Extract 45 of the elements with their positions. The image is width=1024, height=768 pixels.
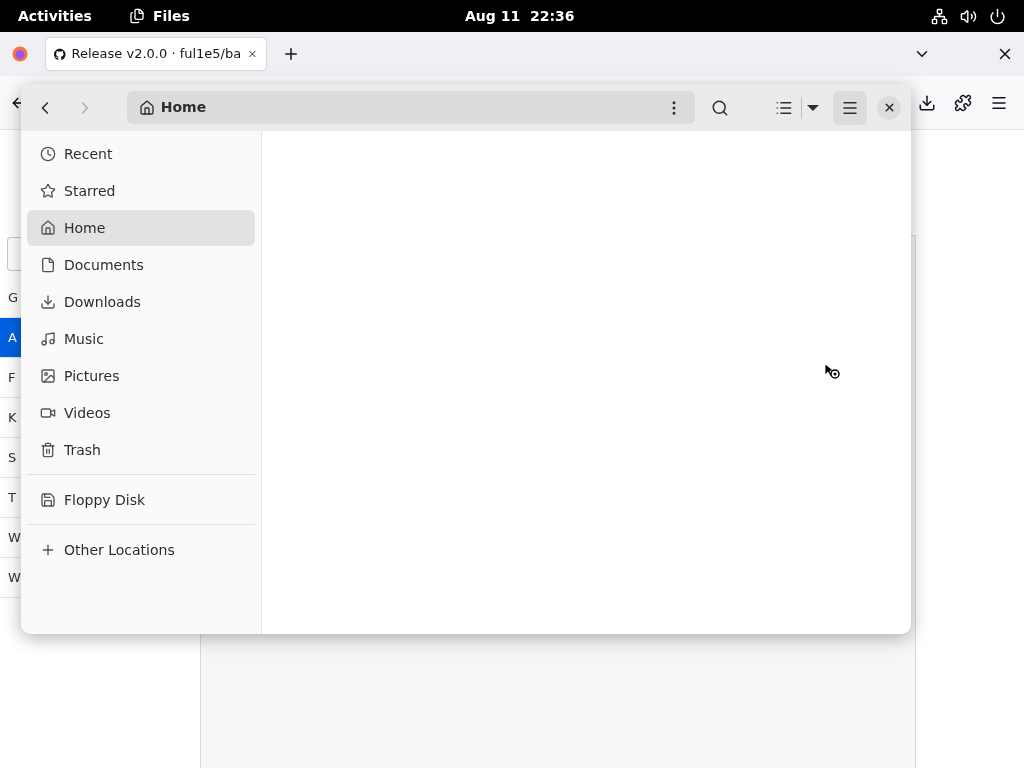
- tab-title: Release v2.0.0 · ful1e5/ba: [71, 45, 242, 64]
- sidebar-item[interactable]: Starred: [27, 173, 255, 209]
- sidebar-item[interactable]: Documents: [27, 247, 255, 283]
- path-label[interactable]: Home: [160, 97, 207, 118]
- browser-logo-icon[interactable]: [12, 46, 28, 62]
- image-icon: [40, 368, 56, 384]
- sidebar-item[interactable]: Other Locations: [27, 532, 255, 568]
- github-icon: [54, 46, 66, 62]
- volume-icon[interactable]: [960, 7, 977, 25]
- activities-button[interactable]: Activities: [18, 5, 92, 27]
- music-icon: [40, 331, 56, 347]
- home-icon: [40, 220, 56, 236]
- download-icon[interactable]: [918, 93, 936, 112]
- plus-icon: [40, 542, 56, 558]
- path-bar[interactable]: Home: [126, 91, 695, 124]
- sidebar-item[interactable]: Floppy Disk: [27, 482, 255, 518]
- sidebar-item[interactable]: Trash: [27, 432, 255, 468]
- power-icon[interactable]: [989, 7, 1006, 25]
- network-icon[interactable]: [931, 7, 948, 25]
- busy-cursor-icon: [824, 363, 841, 380]
- settings-nav-item[interactable]: A: [0, 318, 21, 358]
- menu-button[interactable]: [833, 90, 868, 125]
- close-icon: [882, 101, 896, 114]
- clock[interactable]: Aug 11 22:36: [465, 5, 575, 27]
- close-button[interactable]: [877, 95, 901, 120]
- clock-icon: [40, 146, 56, 162]
- sidebar-item[interactable]: Pictures: [27, 358, 255, 394]
- download-icon: [40, 294, 56, 310]
- sidebar-item[interactable]: Videos: [27, 395, 255, 431]
- sidebar-item[interactable]: Downloads: [27, 284, 255, 320]
- sidebar-item[interactable]: Home: [27, 210, 255, 246]
- star-icon: [40, 183, 56, 199]
- new-tab-icon[interactable]: [282, 45, 300, 63]
- home-icon: [138, 99, 155, 116]
- browser-tab[interactable]: Release v2.0.0 · ful1e5/ba: [46, 38, 266, 70]
- search-icon[interactable]: [710, 98, 729, 117]
- video-icon: [40, 405, 56, 421]
- files-icon: [128, 8, 145, 24]
- sidebar-item[interactable]: Music: [27, 321, 255, 357]
- app-menu-button[interactable]: Files: [128, 5, 190, 27]
- dropdown-icon[interactable]: [805, 103, 820, 112]
- document-icon: [40, 257, 56, 273]
- trash-icon: [40, 442, 56, 458]
- sidebar-item[interactable]: Recent: [27, 136, 255, 172]
- extensions-icon[interactable]: [954, 93, 972, 112]
